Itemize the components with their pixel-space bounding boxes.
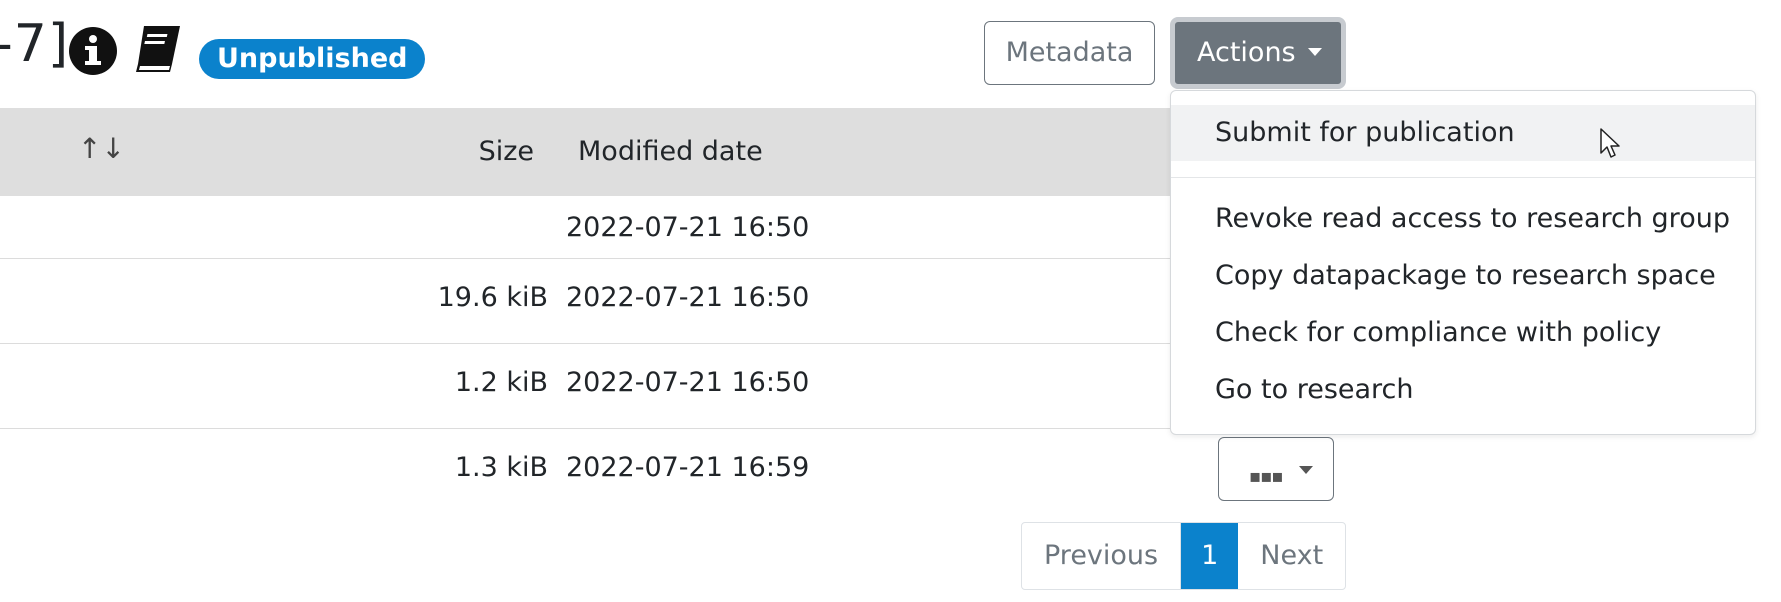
sort-icon[interactable]: ↑↓: [78, 132, 125, 165]
row-divider: [0, 343, 1200, 344]
menu-divider: [1171, 177, 1755, 178]
table-row-size: 19.6 kiB: [437, 282, 548, 313]
table-row-modified-date: 2022-07-21 16:59: [566, 452, 810, 483]
pagination: Previous 1 Next: [1021, 522, 1347, 590]
table-row-size: 1.2 kiB: [454, 367, 548, 398]
menu-item-go-to-research[interactable]: Go to research: [1171, 362, 1755, 418]
dataset-title-fragment: -7]: [0, 14, 70, 74]
table-row-modified-date: 2022-07-21 16:50: [566, 282, 810, 313]
row-divider: [0, 428, 1200, 429]
row-divider: [0, 258, 1200, 259]
column-header-size[interactable]: Size: [400, 136, 534, 167]
menu-item-submit-for-publication[interactable]: Submit for publication: [1171, 105, 1755, 161]
pagination-previous[interactable]: Previous: [1022, 523, 1182, 589]
caret-down-icon: [1299, 466, 1313, 474]
table-row-modified-date: 2022-07-21 16:50: [566, 212, 810, 243]
ellipsis-icon: ▪▪▪: [1249, 466, 1284, 487]
pagination-next[interactable]: Next: [1238, 523, 1345, 589]
status-badge: Unpublished: [199, 39, 426, 79]
actions-button[interactable]: Actions: [1170, 17, 1346, 89]
table-row-modified-date: 2022-07-21 16:50: [566, 367, 810, 398]
menu-item-copy-datapackage[interactable]: Copy datapackage to research space: [1171, 248, 1755, 304]
table-row-size: 1.3 kiB: [454, 452, 548, 483]
column-header-modified-date[interactable]: Modified date: [578, 136, 763, 167]
menu-item-revoke-read-access[interactable]: Revoke read access to research group: [1171, 191, 1755, 247]
row-actions-button[interactable]: ▪▪▪: [1218, 437, 1334, 501]
caret-down-icon: [1307, 47, 1322, 56]
actions-dropdown-menu: Submit for publication Revoke read acces…: [1170, 90, 1756, 435]
pagination-page-1[interactable]: 1: [1181, 523, 1239, 589]
actions-button-label: Actions: [1197, 37, 1296, 68]
mouse-pointer-icon: [1600, 128, 1620, 158]
menu-item-check-compliance[interactable]: Check for compliance with policy: [1171, 305, 1755, 361]
book-icon[interactable]: [130, 22, 186, 78]
info-circle-icon[interactable]: [68, 26, 118, 76]
metadata-button[interactable]: Metadata: [984, 21, 1155, 85]
